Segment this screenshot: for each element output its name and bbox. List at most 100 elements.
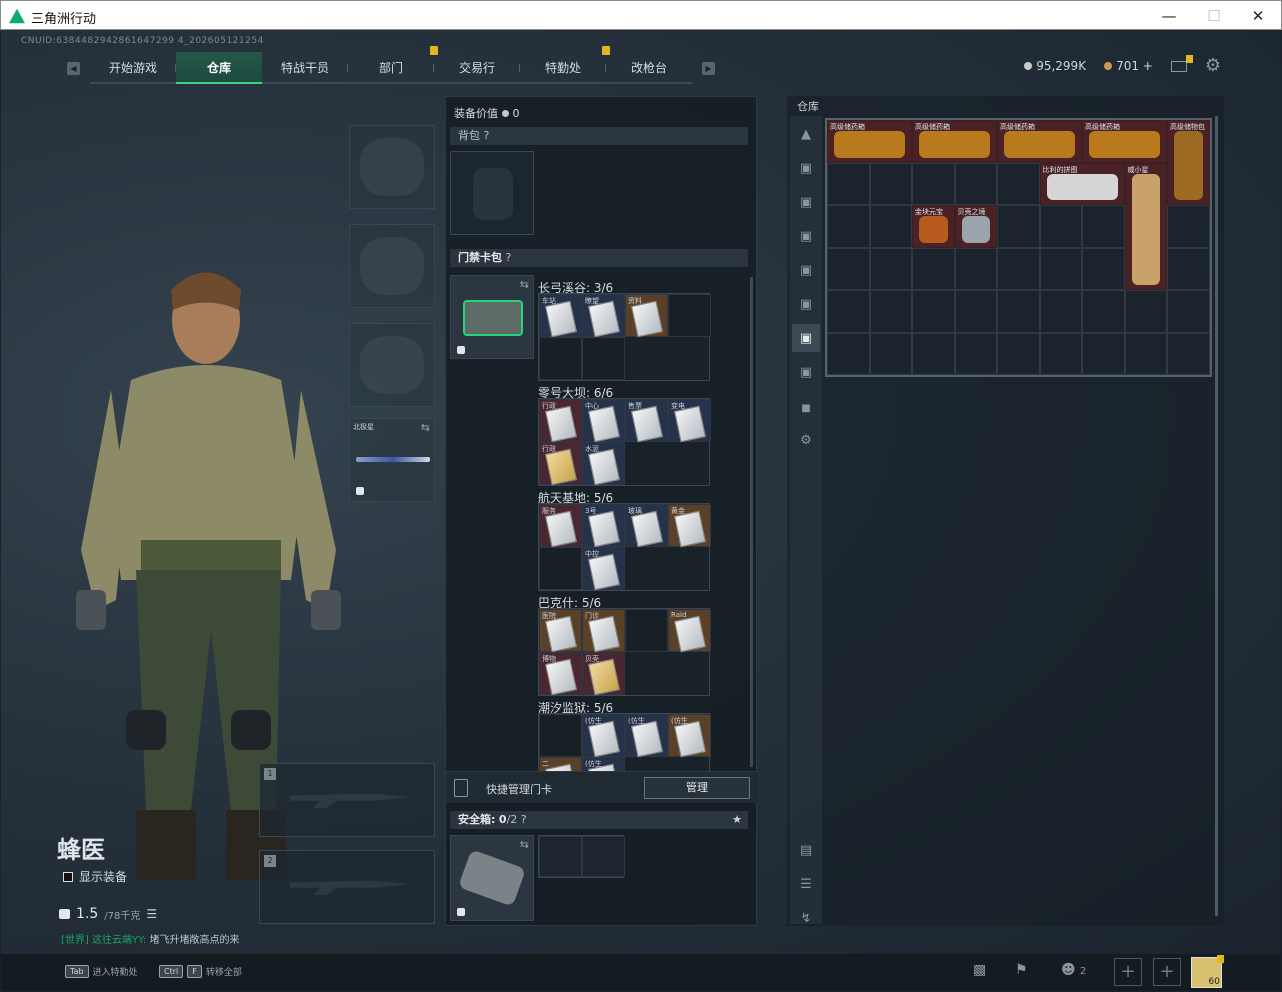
warehouse-cell[interactable] bbox=[1082, 247, 1125, 290]
keycard-cell[interactable]: 资料 bbox=[625, 294, 668, 338]
warehouse-cell[interactable] bbox=[869, 205, 912, 248]
keycard-cell[interactable]: Raid bbox=[668, 609, 711, 653]
keycard-cell[interactable]: 中控 bbox=[582, 547, 625, 591]
warehouse-cell[interactable] bbox=[912, 290, 955, 333]
keycard-cell[interactable]: 水泥 bbox=[582, 442, 625, 486]
chat-line[interactable]: [世界] 这往云端YY: 堵飞升堵敞高点的来 bbox=[61, 931, 239, 946]
stats-icon[interactable]: ▩ bbox=[973, 962, 986, 978]
warehouse-cell[interactable] bbox=[1039, 290, 1082, 333]
tab-gunsmith[interactable]: 改枪台 bbox=[606, 52, 692, 84]
warehouse-cell[interactable] bbox=[1124, 290, 1167, 333]
helmet-slot[interactable] bbox=[349, 125, 435, 209]
keycard-cell[interactable]: 玻璃 bbox=[625, 504, 668, 548]
keycard-cell[interactable]: 贝壳 bbox=[582, 652, 625, 696]
warehouse-cell[interactable] bbox=[997, 162, 1040, 205]
warehouse-tab-5-icon[interactable]: ▣ bbox=[792, 290, 820, 318]
add-friend-button[interactable]: + bbox=[1114, 958, 1142, 986]
keycard-cell[interactable]: 医院 bbox=[539, 609, 582, 653]
keycard-cell[interactable]: 行政 bbox=[539, 399, 582, 443]
keycard-cell[interactable] bbox=[539, 337, 582, 380]
close-button[interactable]: ✕ bbox=[1235, 3, 1281, 29]
warehouse-cell[interactable] bbox=[1082, 290, 1125, 333]
avatar[interactable]: 60 bbox=[1191, 955, 1224, 988]
warehouse-settings-icon[interactable]: ⚙ bbox=[792, 426, 820, 454]
warehouse-cell[interactable] bbox=[997, 290, 1040, 333]
list-icon[interactable]: ☰ bbox=[146, 907, 157, 921]
settings-gear-icon[interactable]: ⚙ bbox=[1205, 57, 1221, 75]
warehouse-tab-7-icon[interactable]: ▣ bbox=[792, 358, 820, 386]
squad-icon[interactable]: ☻ 2 bbox=[1061, 962, 1086, 978]
keycard-cell[interactable]: 中心 bbox=[582, 399, 625, 443]
keycard-cell[interactable]: 门诊 bbox=[582, 609, 625, 653]
warehouse-cell[interactable] bbox=[1039, 332, 1082, 375]
warehouse-cell[interactable] bbox=[1167, 247, 1210, 290]
safe-box-slot[interactable]: ⇆ bbox=[450, 835, 534, 921]
warehouse-cell[interactable] bbox=[869, 332, 912, 375]
warehouse-cell[interactable] bbox=[1124, 332, 1167, 375]
warehouse-item[interactable]: 高级储药箱 bbox=[827, 120, 912, 163]
keycard-cell[interactable] bbox=[582, 337, 625, 380]
warehouse-cell[interactable] bbox=[827, 205, 870, 248]
keycard-cell[interactable]: 博物 bbox=[539, 652, 582, 696]
warehouse-cell[interactable] bbox=[1082, 205, 1125, 248]
warehouse-cell[interactable] bbox=[997, 247, 1040, 290]
warehouse-cell[interactable] bbox=[827, 290, 870, 333]
swap-icon[interactable]: ⇆ bbox=[421, 421, 430, 434]
warehouse-tab-3-icon[interactable]: ▣ bbox=[792, 222, 820, 250]
warehouse-cell[interactable] bbox=[997, 332, 1040, 375]
warehouse-tab-6-icon[interactable]: ▣ bbox=[792, 324, 820, 352]
lock-icon[interactable]: ■ bbox=[792, 394, 820, 422]
warehouse-tab-1-icon[interactable]: ▣ bbox=[792, 154, 820, 182]
swap-icon[interactable]: ⇆ bbox=[520, 838, 529, 851]
warehouse-cell[interactable] bbox=[827, 247, 870, 290]
primary-weapon-slot-2[interactable]: 2 bbox=[259, 850, 435, 924]
warehouse-item[interactable]: 贝壳之境 bbox=[954, 205, 997, 248]
warehouse-cell[interactable] bbox=[1039, 205, 1082, 248]
warehouse-cell[interactable] bbox=[827, 162, 870, 205]
backpack-slot[interactable] bbox=[450, 151, 534, 235]
keycard-cell[interactable]: 服务 bbox=[539, 504, 582, 548]
warehouse-cell[interactable] bbox=[827, 332, 870, 375]
sort-icon[interactable]: ▤ bbox=[792, 836, 820, 864]
warehouse-cell[interactable] bbox=[869, 247, 912, 290]
show-equipment-toggle[interactable]: 显示装备 bbox=[63, 868, 127, 885]
warehouse-item[interactable]: 高级储物包 bbox=[1167, 120, 1210, 205]
warehouse-cell[interactable] bbox=[954, 162, 997, 205]
maximize-button[interactable]: ☐ bbox=[1191, 3, 1237, 29]
warehouse-cell[interactable] bbox=[1082, 332, 1125, 375]
keycard-cell[interactable]: (仿生 bbox=[668, 714, 711, 758]
warehouse-cell[interactable] bbox=[954, 290, 997, 333]
tab-special-ops[interactable]: 特勤处 bbox=[520, 46, 610, 84]
primary-weapon-slot-1[interactable]: 1 bbox=[259, 763, 435, 837]
pistol-slot[interactable] bbox=[349, 323, 435, 407]
warehouse-item[interactable]: 高级储药箱 bbox=[912, 120, 997, 163]
warehouse-cell[interactable] bbox=[912, 247, 955, 290]
nav-next-icon[interactable]: ▶ bbox=[702, 61, 715, 75]
add-friend-button[interactable]: + bbox=[1153, 958, 1181, 986]
warehouse-tab-2-icon[interactable]: ▣ bbox=[792, 188, 820, 216]
warehouse-cell[interactable] bbox=[869, 290, 912, 333]
scrollbar[interactable] bbox=[1215, 116, 1218, 916]
safe-box-cell[interactable] bbox=[582, 836, 625, 877]
warehouse-item[interactable]: 高级储药箱 bbox=[1082, 120, 1167, 163]
tab-start-game[interactable]: 开始游戏 bbox=[90, 52, 176, 84]
keycard-cell[interactable]: (仿生 bbox=[625, 714, 668, 758]
transfer-all-hint[interactable]: Ctrl F 转移全部 bbox=[159, 965, 242, 978]
warehouse-item[interactable]: 高级储药箱 bbox=[997, 120, 1082, 163]
warehouse-item[interactable]: 金块元宝 bbox=[912, 205, 955, 248]
warehouse-cell[interactable] bbox=[1039, 247, 1082, 290]
keycard-cell[interactable]: 车站 bbox=[539, 294, 582, 338]
gold-currency[interactable]: 701 + bbox=[1104, 59, 1153, 73]
warehouse-cell[interactable] bbox=[997, 205, 1040, 248]
scrollbar[interactable] bbox=[750, 277, 753, 767]
layers-icon[interactable]: ☰ bbox=[792, 870, 820, 898]
warehouse-cell[interactable] bbox=[1167, 205, 1210, 248]
tab-department[interactable]: 部门 bbox=[348, 46, 438, 84]
transfer-icon[interactable]: ↯ bbox=[792, 904, 820, 932]
pin-icon[interactable]: ★ bbox=[732, 811, 742, 829]
checkbox[interactable] bbox=[63, 871, 73, 882]
tab-trading[interactable]: 交易行 bbox=[434, 52, 520, 84]
warehouse-cell[interactable] bbox=[1167, 290, 1210, 333]
enter-special-ops-hint[interactable]: Tab 进入特勤处 bbox=[65, 965, 138, 978]
keycard-cell[interactable]: 瞭望 bbox=[582, 294, 625, 338]
